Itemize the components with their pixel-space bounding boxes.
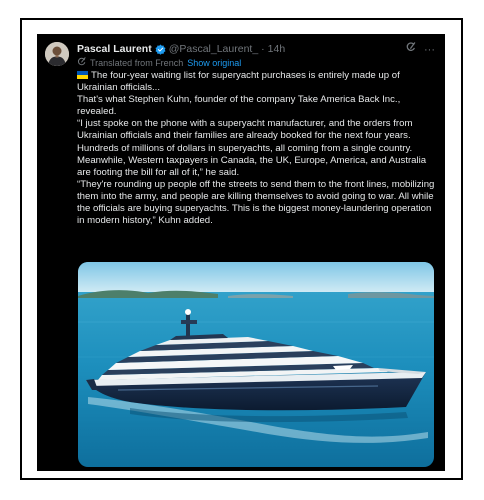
tweet-paragraph: “They're rounding up people off the stre… [77, 178, 435, 227]
tweet-timestamp[interactable]: 14h [268, 42, 286, 56]
header-actions: ··· [405, 42, 435, 57]
avatar[interactable] [45, 42, 69, 66]
more-icon[interactable]: ··· [424, 43, 435, 57]
tweet-card[interactable]: Pascal Laurent @Pascal_Laurent_ · 14h ··… [37, 34, 445, 471]
grok-icon[interactable] [405, 42, 416, 57]
translated-label: Translated from French [90, 58, 184, 68]
tweet-paragraph: “I just spoke on the phone with a supery… [77, 118, 427, 178]
tweet-header: Pascal Laurent @Pascal_Laurent_ · 14h ··… [77, 42, 437, 56]
header-separator: · [261, 43, 265, 55]
translation-notice: Translated from French Show original [77, 57, 437, 69]
verified-badge-icon [155, 44, 166, 55]
author-handle[interactable]: @Pascal_Laurent_ [169, 42, 258, 56]
tweet-body: Pascal Laurent @Pascal_Laurent_ · 14h ··… [77, 42, 437, 227]
author-name[interactable]: Pascal Laurent [77, 42, 152, 56]
tweet-text: The four-year waiting list for superyach… [77, 70, 437, 227]
translate-icon [77, 57, 86, 69]
tweet-paragraph: The four-year waiting list for superyach… [77, 70, 400, 94]
ukraine-flag-icon [77, 71, 88, 79]
tweet-media-image[interactable] [78, 262, 434, 467]
show-original-link[interactable]: Show original [187, 57, 241, 69]
tweet-paragraph: That's what Stephen Kuhn, founder of the… [77, 94, 401, 118]
